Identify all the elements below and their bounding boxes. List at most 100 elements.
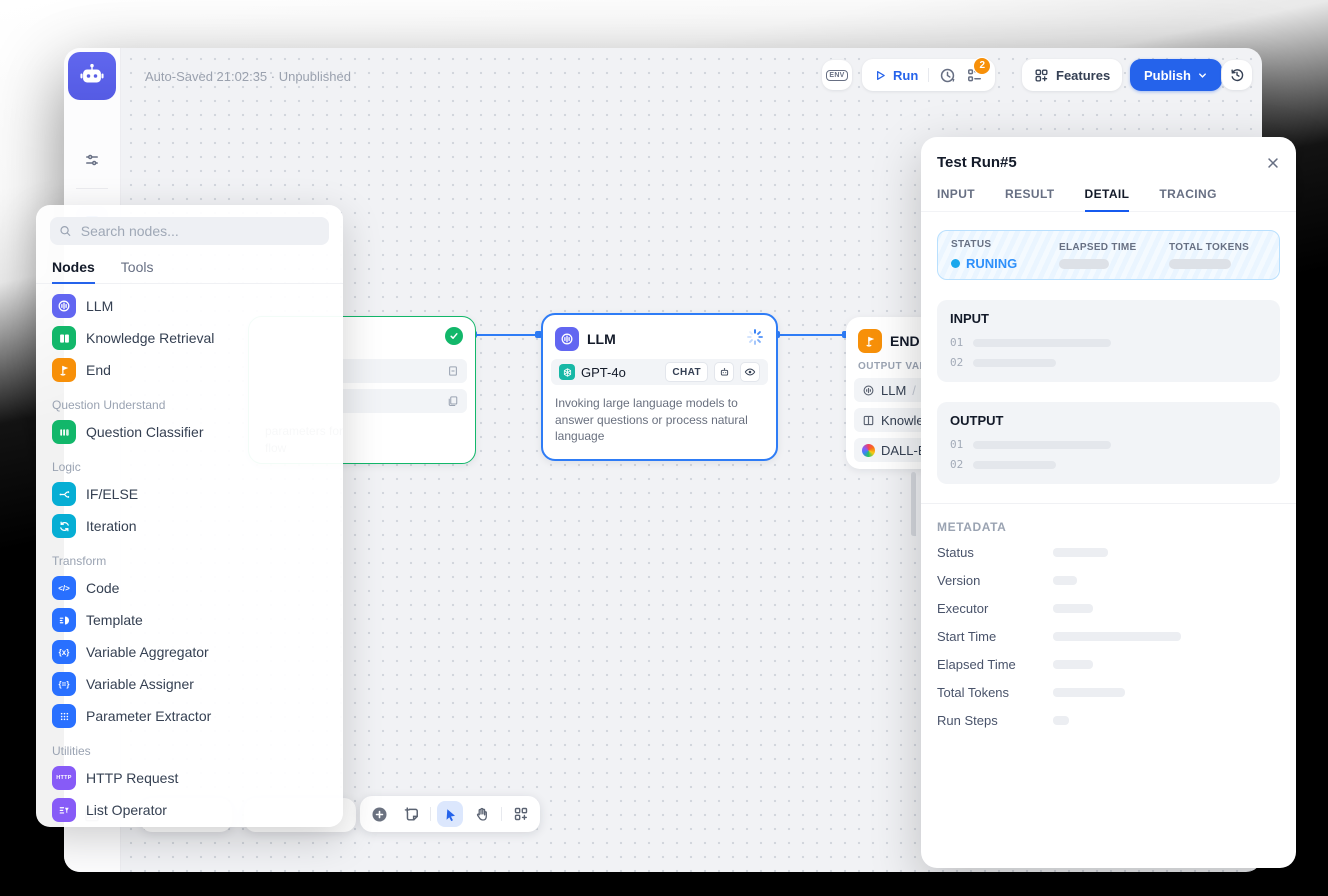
branch-icon (52, 482, 76, 506)
dalle-icon (862, 444, 875, 457)
node-item-iteration[interactable]: Iteration (36, 510, 343, 542)
gpt4o-model-icon (559, 364, 575, 380)
close-icon[interactable] (1266, 156, 1280, 170)
book-icon (52, 326, 76, 350)
line-number: 02 (950, 458, 963, 471)
toolbar-divider (501, 807, 502, 821)
llm-icon (52, 294, 76, 318)
value-skeleton (1053, 604, 1093, 613)
run-button[interactable]: Run (874, 68, 918, 83)
node-item-end[interactable]: End (36, 354, 343, 386)
value-skeleton (1053, 660, 1093, 669)
add-note-button[interactable] (398, 801, 424, 827)
node-item-variable-aggregator[interactable]: {x} Variable Aggregator (36, 636, 343, 668)
output-skeleton (973, 441, 1111, 449)
edge-llm-end (777, 334, 846, 336)
features-label: Features (1056, 68, 1110, 83)
value-skeleton (1053, 632, 1181, 641)
publish-button[interactable]: Publish (1130, 59, 1222, 91)
end-flag-icon (52, 358, 76, 382)
sliders-icon[interactable] (64, 152, 120, 168)
tab-nodes[interactable]: Nodes (52, 255, 95, 283)
assigner-icon: {=} (52, 672, 76, 696)
node-item-label: Knowledge Retrieval (86, 330, 214, 346)
metadata-row-version: Version (921, 566, 1296, 594)
toolbar-divider (928, 68, 929, 82)
llm-node-description: Invoking large language models to answer… (543, 391, 776, 455)
hand-icon (474, 806, 490, 822)
extractor-icon (52, 704, 76, 728)
canvas-toolbar (360, 796, 540, 832)
line-number: 02 (950, 356, 963, 369)
hand-tool-button[interactable] (469, 801, 495, 827)
llm-node-title: LLM (587, 331, 616, 347)
node-item-if-else[interactable]: IF/ELSE (36, 478, 343, 510)
documents-icon (447, 395, 459, 407)
node-item-variable-assigner[interactable]: {=} Variable Assigner (36, 668, 343, 700)
end-node-title: END (890, 333, 920, 349)
node-item-llm[interactable]: LLM (36, 290, 343, 322)
node-item-label: End (86, 362, 111, 378)
llm-node[interactable]: LLM GPT-4o CHAT Invoking large language … (541, 313, 778, 461)
filter-icon (52, 798, 76, 822)
node-item-knowledge-retrieval[interactable]: Knowledge Retrieval (36, 322, 343, 354)
node-item-parameter-extractor[interactable]: Parameter Extractor (36, 700, 343, 732)
app-robot-icon[interactable] (68, 52, 116, 100)
node-item-code[interactable]: </> Code (36, 572, 343, 604)
search-icon (59, 224, 72, 238)
play-icon (874, 69, 887, 82)
run-timer-icon[interactable] (939, 67, 956, 84)
llm-icon (555, 327, 579, 351)
classifier-icon (52, 420, 76, 444)
running-dot-icon (951, 259, 960, 268)
pointer-tool-button[interactable] (437, 801, 463, 827)
node-item-label: Code (86, 580, 119, 596)
line-number: 01 (950, 336, 963, 349)
organize-nodes-button[interactable] (508, 801, 534, 827)
value-skeleton (1053, 576, 1077, 585)
end-flag-icon (858, 329, 882, 353)
node-item-question-classifier[interactable]: Question Classifier (36, 416, 343, 448)
model-name: GPT-4o (581, 365, 626, 380)
node-item-template[interactable]: Template (36, 604, 343, 636)
elapsed-skeleton (1059, 259, 1109, 269)
tab-input[interactable]: INPUT (937, 181, 975, 211)
loop-icon (52, 514, 76, 538)
search-input[interactable] (79, 222, 320, 240)
output-skeleton (973, 461, 1056, 469)
chevron-down-icon (1197, 70, 1208, 81)
toolbar-divider (430, 807, 431, 821)
node-selector-panel: Nodes Tools LLM Knowledge Retrieval End … (36, 205, 343, 827)
plus-circle-icon (371, 806, 388, 823)
elapsed-time-label: ELAPSED TIME (1059, 242, 1169, 253)
tab-result[interactable]: RESULT (1005, 181, 1055, 211)
canvas-scrollbar[interactable] (911, 472, 916, 536)
history-button[interactable] (1222, 60, 1252, 90)
tab-tools[interactable]: Tools (121, 255, 154, 283)
add-node-button[interactable] (366, 801, 392, 827)
metadata-row-elapsed-time: Elapsed Time (921, 650, 1296, 678)
checklist-icon[interactable]: 2 (966, 67, 983, 84)
note-add-icon (403, 806, 420, 823)
line-number: 01 (950, 438, 963, 451)
node-item-label: LLM (86, 298, 113, 314)
panel-title: Test Run#5 (937, 154, 1017, 171)
status-value: RUNING (951, 256, 1059, 271)
search-input-wrap[interactable] (50, 217, 329, 245)
section-question-understand: Question Understand (36, 386, 343, 416)
node-item-list-operator[interactable]: List Operator (36, 794, 343, 826)
code-icon: </> (52, 576, 76, 600)
features-button[interactable]: Features (1022, 59, 1122, 91)
template-icon (52, 608, 76, 632)
node-panel-tabs: Nodes Tools (36, 255, 343, 284)
env-button[interactable]: ENV (822, 60, 852, 90)
tab-detail[interactable]: DETAIL (1085, 181, 1130, 211)
tab-tracing[interactable]: TRACING (1159, 181, 1216, 211)
status-card: STATUS RUNING ELAPSED TIME TOTAL TOKENS (937, 230, 1280, 280)
spinner-icon (746, 328, 764, 351)
value-skeleton (1053, 716, 1069, 725)
node-item-label: Parameter Extractor (86, 708, 211, 724)
history-icon (1229, 67, 1245, 83)
model-selector[interactable]: GPT-4o CHAT (551, 359, 768, 385)
node-item-http-request[interactable]: HTTP HTTP Request (36, 762, 343, 794)
